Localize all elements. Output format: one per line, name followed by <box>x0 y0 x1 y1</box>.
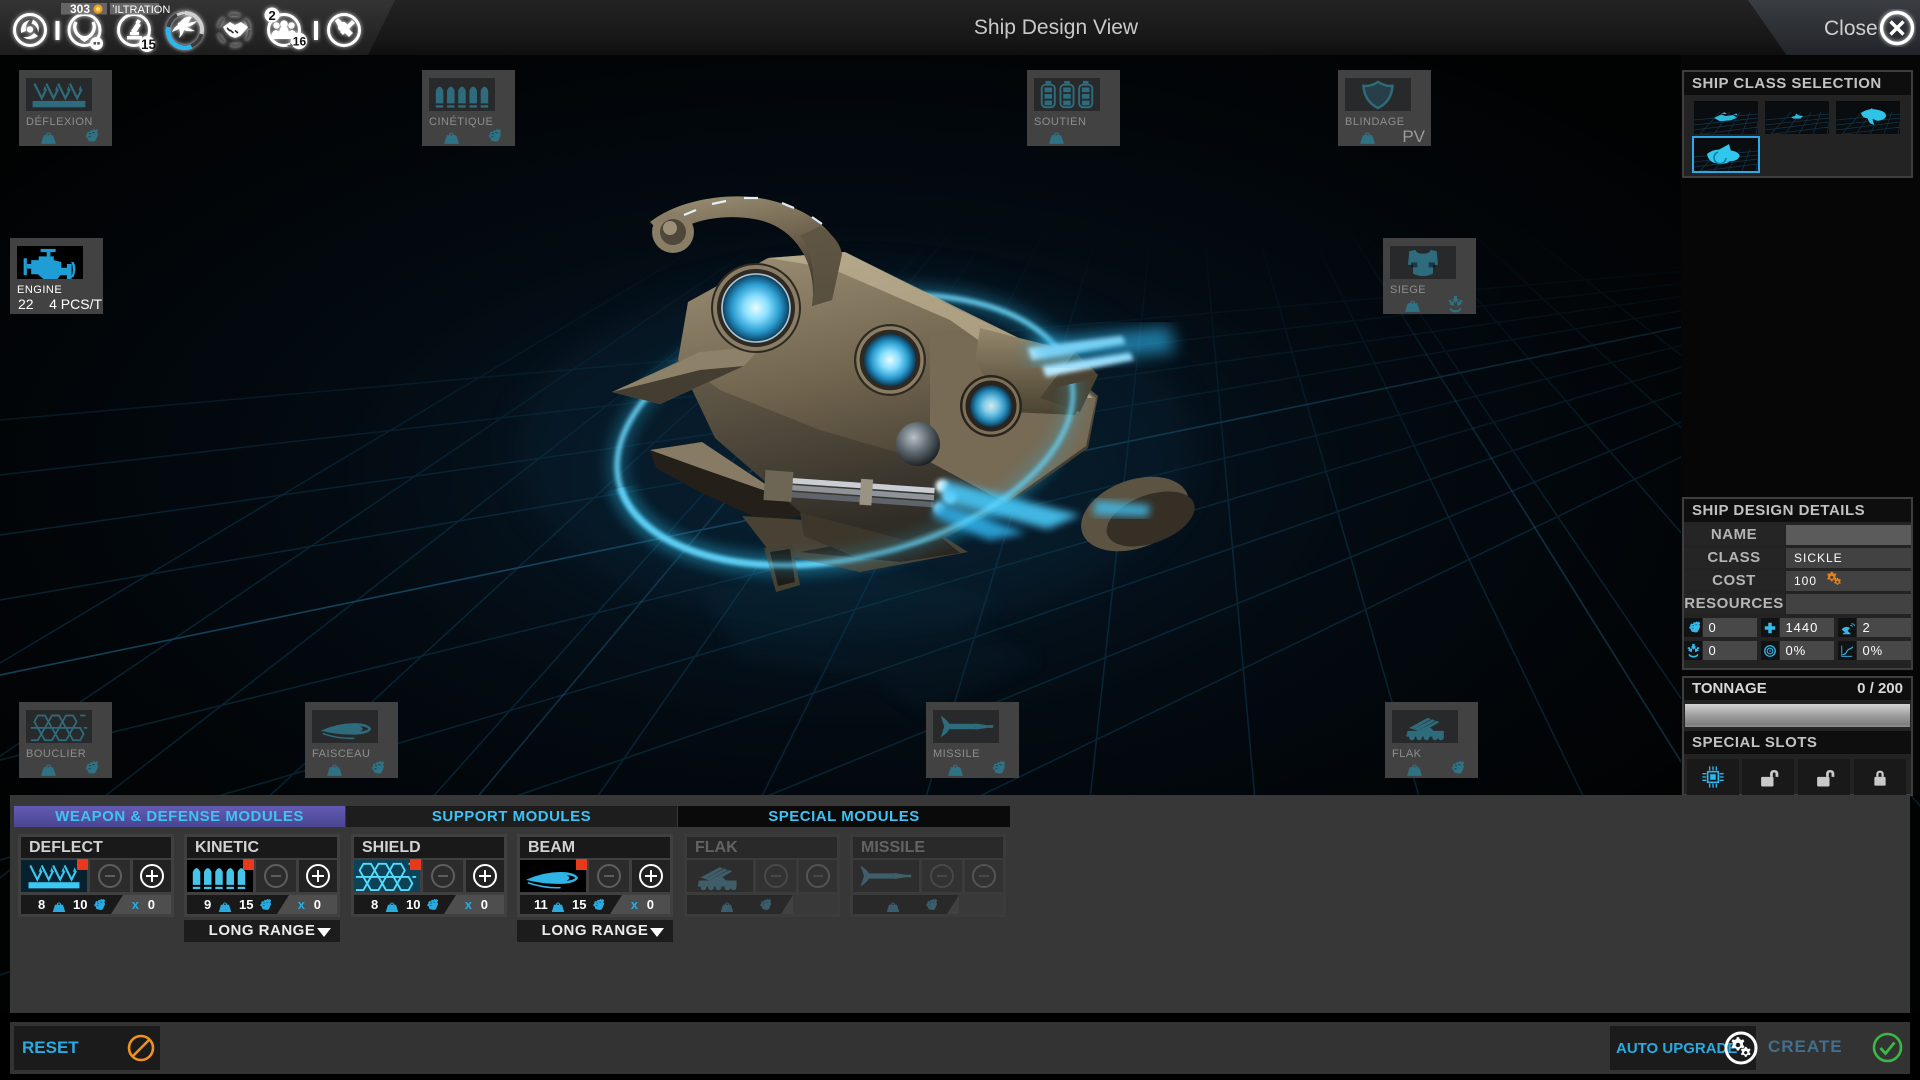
svg-text:16: 16 <box>293 35 307 49</box>
svg-text:ʼILTRATION: ʼILTRATION <box>112 4 170 16</box>
svg-text:15: 15 <box>141 37 157 52</box>
svg-text:2: 2 <box>269 8 276 23</box>
svg-text:303: 303 <box>70 2 90 16</box>
